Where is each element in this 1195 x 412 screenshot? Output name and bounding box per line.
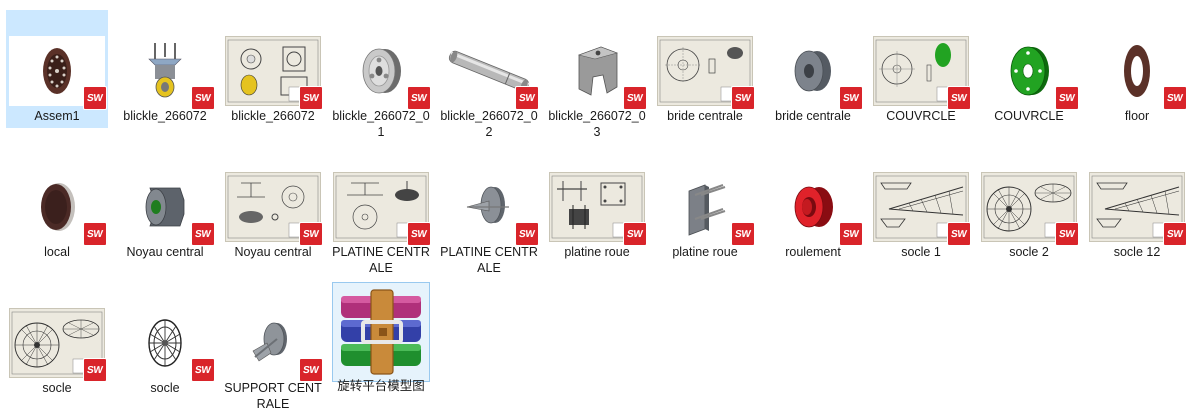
file-item[interactable]: SW PLATINE CENTRALE bbox=[330, 146, 432, 275]
solidworks-icon: SW bbox=[1163, 222, 1187, 246]
file-item[interactable]: SW blickle_266072_02 bbox=[438, 10, 540, 139]
file-item[interactable]: SW blickle_266072_01 bbox=[330, 10, 432, 139]
solidworks-icon: SW bbox=[407, 86, 431, 110]
solidworks-icon: SW bbox=[623, 222, 647, 246]
file-name: socle 2 bbox=[1009, 245, 1049, 259]
file-item[interactable]: SW platine roue bbox=[654, 146, 756, 264]
solidworks-icon: SW bbox=[947, 86, 971, 110]
file-name: socle 1 bbox=[901, 245, 941, 259]
solidworks-icon: SW bbox=[83, 222, 107, 246]
solidworks-icon: SW bbox=[83, 358, 107, 382]
solidworks-icon: SW bbox=[191, 358, 215, 382]
solidworks-icon: SW bbox=[191, 86, 215, 110]
file-item[interactable]: SW bride centrale bbox=[762, 10, 864, 128]
solidworks-icon: SW bbox=[191, 222, 215, 246]
file-name: floor bbox=[1124, 109, 1150, 123]
solidworks-icon: SW bbox=[299, 222, 323, 246]
file-name: local bbox=[44, 245, 70, 259]
file-item[interactable]: SW blickle_266072 bbox=[114, 10, 216, 128]
winrar-icon bbox=[332, 282, 430, 382]
solidworks-icon: SW bbox=[299, 358, 323, 382]
file-name: Noyau central bbox=[126, 245, 204, 259]
file-name: bride centrale bbox=[667, 109, 743, 123]
file-name: blickle_266072 bbox=[123, 109, 207, 123]
file-name: bride centrale bbox=[775, 109, 851, 123]
solidworks-icon: SW bbox=[1163, 86, 1187, 110]
file-name: platine roue bbox=[564, 245, 630, 259]
file-name: Noyau central bbox=[234, 245, 312, 259]
file-name: platine roue bbox=[672, 245, 738, 259]
file-name: SUPPORT CENTRALE bbox=[224, 381, 322, 411]
solidworks-icon: SW bbox=[623, 86, 647, 110]
file-name: PLATINE CENTRALE bbox=[440, 245, 538, 275]
file-item[interactable]: SW COUVRCLE bbox=[870, 10, 972, 128]
solidworks-icon: SW bbox=[83, 86, 107, 110]
file-item[interactable]: SW roulement bbox=[762, 146, 864, 264]
file-name: socle bbox=[42, 381, 72, 395]
file-item[interactable]: SW socle 2 bbox=[978, 146, 1080, 264]
file-item[interactable]: SW socle 1 bbox=[870, 146, 972, 264]
file-item[interactable]: SW floor bbox=[1086, 10, 1188, 128]
file-item[interactable]: SW local bbox=[6, 146, 108, 264]
file-item[interactable]: SW PLATINE CENTRALE bbox=[438, 146, 540, 275]
file-item[interactable]: SW socle 12 bbox=[1086, 146, 1188, 264]
file-item[interactable]: SW blickle_266072 bbox=[222, 10, 324, 128]
file-name: socle bbox=[150, 381, 180, 395]
file-name: socle 12 bbox=[1113, 245, 1161, 259]
file-name: blickle_266072_03 bbox=[548, 109, 646, 139]
file-name: Assem1 bbox=[34, 109, 80, 123]
file-item[interactable]: SW Noyau central bbox=[222, 146, 324, 264]
file-name: COUVRCLE bbox=[994, 109, 1064, 123]
solidworks-icon: SW bbox=[839, 222, 863, 246]
file-item[interactable]: SW SUPPORT CENTRALE bbox=[222, 282, 324, 411]
file-item[interactable]: SW bride centrale bbox=[654, 10, 756, 128]
solidworks-icon: SW bbox=[731, 222, 755, 246]
solidworks-icon: SW bbox=[1055, 222, 1079, 246]
file-item[interactable]: SW blickle_266072_03 bbox=[546, 10, 648, 139]
file-item[interactable]: SW COUVRCLE bbox=[978, 10, 1080, 128]
solidworks-icon: SW bbox=[407, 222, 431, 246]
file-item[interactable]: SW socle bbox=[6, 282, 108, 400]
solidworks-icon: SW bbox=[731, 86, 755, 110]
file-name: COUVRCLE bbox=[886, 109, 956, 123]
file-name: roulement bbox=[785, 245, 841, 259]
file-item[interactable]: SW platine roue bbox=[546, 146, 648, 264]
solidworks-icon: SW bbox=[947, 222, 971, 246]
file-name: 旋转平台模型图 bbox=[337, 379, 425, 393]
solidworks-icon: SW bbox=[515, 86, 539, 110]
file-item[interactable]: SW socle bbox=[114, 282, 216, 400]
file-name: blickle_266072_02 bbox=[440, 109, 538, 139]
solidworks-icon: SW bbox=[299, 86, 323, 110]
solidworks-icon: SW bbox=[839, 86, 863, 110]
file-item[interactable]: SW Assem1 bbox=[6, 10, 108, 128]
file-name: blickle_266072_01 bbox=[332, 109, 430, 139]
file-name: blickle_266072 bbox=[231, 109, 315, 123]
file-name: PLATINE CENTRALE bbox=[332, 245, 430, 275]
solidworks-icon: SW bbox=[1055, 86, 1079, 110]
file-item[interactable]: 旋转平台模型图 bbox=[330, 282, 432, 400]
solidworks-icon: SW bbox=[515, 222, 539, 246]
file-item[interactable]: SW Noyau central bbox=[114, 146, 216, 264]
